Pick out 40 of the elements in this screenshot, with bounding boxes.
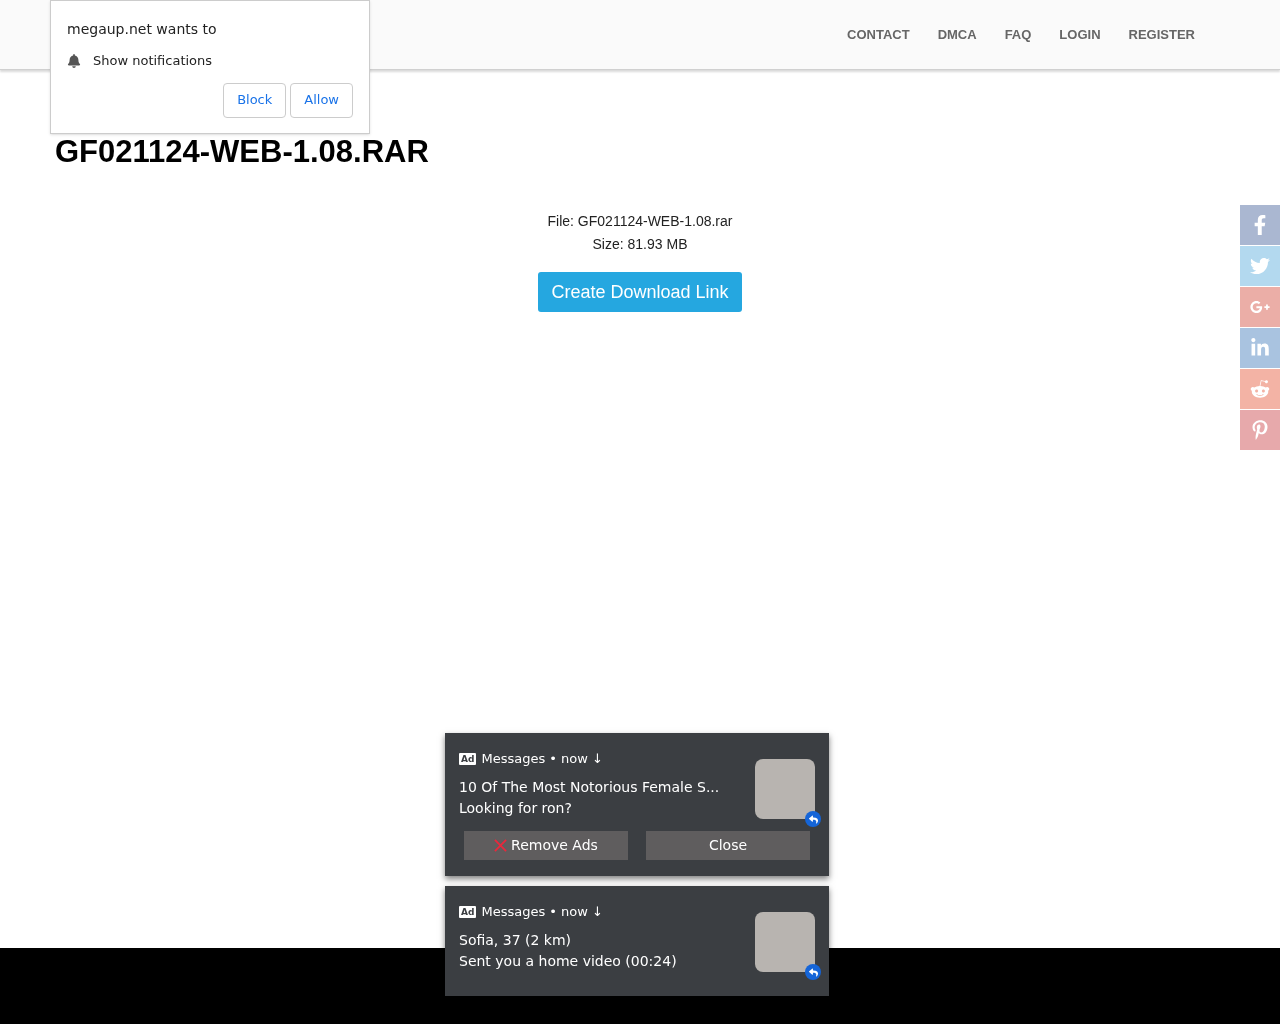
linkedin-icon — [1250, 338, 1270, 358]
file-size: Size: 81.93 MB — [592, 235, 688, 254]
reddit-icon — [1250, 379, 1270, 399]
notification-title: Sofia, 37 (2 km) — [459, 930, 573, 950]
notification-source: Messages • now ↓ — [481, 750, 603, 768]
ad-badge: Ad — [459, 752, 477, 765]
file-title: GF021124-WEB-1.08.RAR — [55, 136, 430, 167]
popup-title: megaup.net wants to — [67, 20, 218, 39]
nav-link[interactable]: LOGIN — [1059, 24, 1101, 45]
notification-source: Messages • now ↓ — [481, 903, 603, 921]
file-name: File: GF021124-WEB-1.08.rar — [547, 212, 733, 231]
share-button[interactable] — [1240, 246, 1280, 286]
share-button[interactable] — [1240, 205, 1280, 245]
pinterest-icon — [1250, 420, 1270, 440]
nav-link[interactable]: DMCA — [937, 24, 977, 45]
notification-body: Sent you a home video (00:24) — [459, 951, 677, 971]
cross-icon — [494, 839, 508, 852]
share-button[interactable] — [1240, 410, 1280, 450]
reply-badge-icon — [805, 811, 821, 827]
reply-badge-icon — [805, 964, 821, 980]
bell-icon — [67, 53, 81, 68]
photo-placeholder — [755, 912, 815, 972]
permission-button[interactable]: Allow — [290, 82, 353, 118]
permission-button[interactable]: Block — [223, 82, 287, 118]
nav-link[interactable]: FAQ — [1004, 24, 1032, 45]
ad-notification[interactable]: Ad Messages • now ↓ 10 Of The Most Notorious Female S... Looking for ron? Remove Ads Close — [445, 733, 829, 876]
share-button[interactable] — [1240, 287, 1280, 327]
nav-link[interactable]: REGISTER — [1128, 24, 1195, 45]
ad-badge: Ad — [459, 905, 477, 918]
notification-body: Looking for ron? — [459, 798, 572, 818]
notification-button[interactable]: Remove Ads — [464, 831, 628, 860]
twitter-icon — [1250, 256, 1270, 276]
permission-request: Show notifications — [93, 52, 213, 70]
share-button[interactable] — [1240, 369, 1280, 409]
notification-title: 10 Of The Most Notorious Female S... — [459, 777, 721, 797]
notification-button[interactable]: Close — [646, 831, 810, 860]
ad-notification[interactable]: Ad Messages • now ↓ Sofia, 37 (2 km) Sent you a home video (00:24) — [445, 886, 829, 996]
photo-placeholder — [755, 759, 815, 819]
nav-link[interactable]: CONTACT — [847, 24, 910, 45]
share-button[interactable] — [1240, 328, 1280, 368]
